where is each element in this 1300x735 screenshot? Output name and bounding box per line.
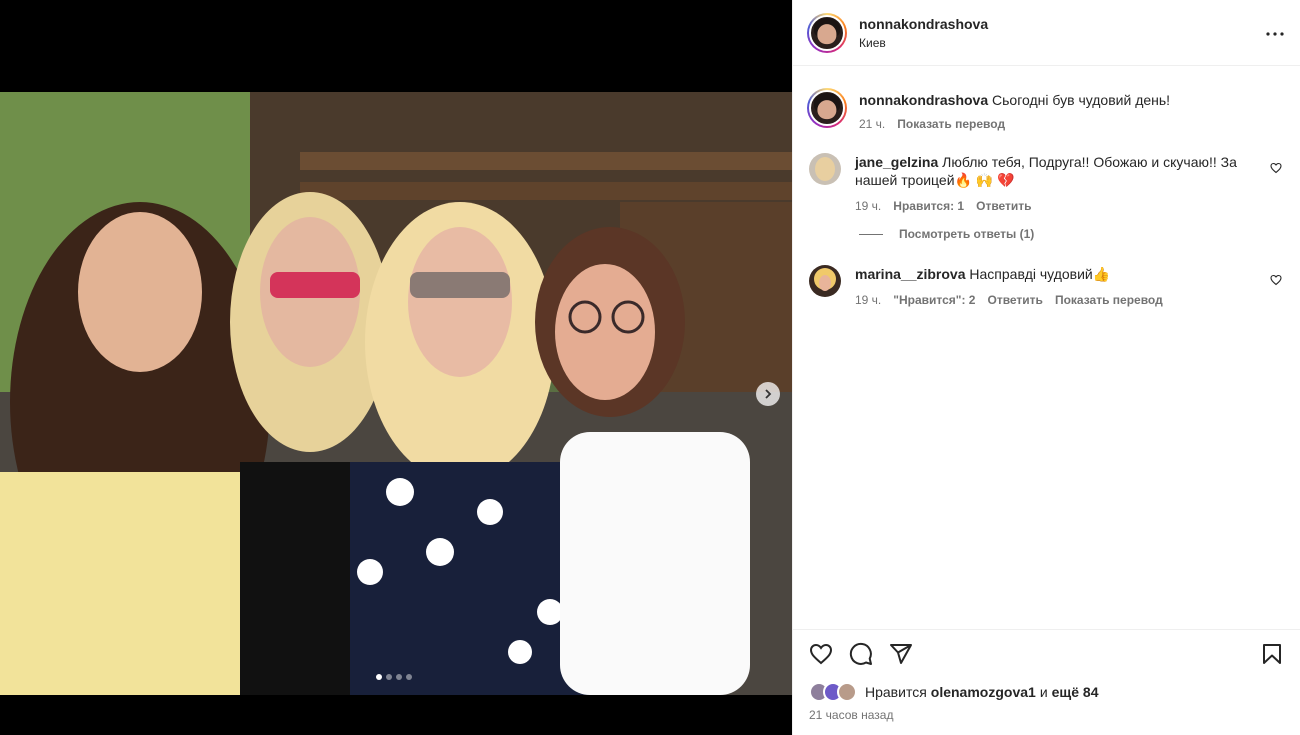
media-area xyxy=(0,0,792,735)
comment-meta: 19 ч. Нравится: 1 Ответить xyxy=(855,199,1262,213)
commenter-avatar[interactable] xyxy=(809,153,841,185)
heart-icon xyxy=(809,643,833,665)
comment: marina__zibrova Насправді чудовий👍 19 ч.… xyxy=(809,265,1284,307)
reply-button[interactable]: Ответить xyxy=(987,293,1042,307)
save-button[interactable] xyxy=(1260,642,1284,666)
likes-user[interactable]: olenamozgova1 xyxy=(931,684,1036,700)
carousel-dot xyxy=(396,674,402,680)
caption-username[interactable]: nonnakondrashova xyxy=(859,92,988,108)
comment-button[interactable] xyxy=(849,642,873,666)
post-side-panel: nonnakondrashova Киев nonnakondrashova С… xyxy=(792,0,1300,735)
action-bar xyxy=(809,642,1284,666)
comment-translate-button[interactable]: Показать перевод xyxy=(1055,293,1163,307)
author-info: nonnakondrashova Киев xyxy=(859,16,988,50)
bookmark-icon xyxy=(1263,644,1281,664)
liker-avatars xyxy=(809,682,857,702)
likes-more[interactable]: ещё 84 xyxy=(1052,684,1099,700)
heart-icon xyxy=(1270,274,1282,286)
carousel-next-button[interactable] xyxy=(756,382,780,406)
commenter-avatar[interactable] xyxy=(809,265,841,297)
author-username[interactable]: nonnakondrashova xyxy=(859,16,988,32)
comments-section: nonnakondrashova Сьогодні був чудовий де… xyxy=(793,66,1300,307)
chevron-right-icon xyxy=(765,389,772,399)
comment: jane_gelzina Люблю тебя, Подруга!! Обожа… xyxy=(809,153,1284,213)
carousel-dot xyxy=(386,674,392,680)
likes-prefix: Нравится xyxy=(865,684,927,700)
carousel-dot xyxy=(376,674,382,680)
comment-text: marina__zibrova Насправді чудовий👍 xyxy=(855,265,1262,283)
instagram-post-view: nonnakondrashova Киев nonnakondrashova С… xyxy=(0,0,1300,735)
more-horizontal-icon xyxy=(1266,32,1284,36)
caption-content: Сьогодні був чудовий день! xyxy=(992,92,1171,108)
caption-meta: 21 ч. Показать перевод xyxy=(859,117,1262,131)
reply-button[interactable]: Ответить xyxy=(976,199,1031,213)
comment-time[interactable]: 19 ч. xyxy=(855,293,881,307)
likes-summary[interactable]: Нравится olenamozgova1 и ещё 84 xyxy=(809,682,1284,702)
view-replies-label: Посмотреть ответы (1) xyxy=(899,227,1035,241)
share-icon xyxy=(890,644,912,664)
comment-username[interactable]: marina__zibrova xyxy=(855,266,966,282)
comment-time[interactable]: 19 ч. xyxy=(855,199,881,213)
carousel-dots xyxy=(376,674,412,680)
like-button[interactable] xyxy=(809,642,833,666)
post-header: nonnakondrashova Киев xyxy=(793,0,1300,66)
comment-likes[interactable]: Нравится: 1 xyxy=(893,199,964,213)
more-options-button[interactable] xyxy=(1266,24,1284,36)
post-location[interactable]: Киев xyxy=(859,36,988,50)
comment-icon xyxy=(849,642,872,665)
caption-avatar[interactable] xyxy=(807,88,847,128)
comment-text: jane_gelzina Люблю тебя, Подруга!! Обожа… xyxy=(855,153,1262,189)
liker-avatar xyxy=(837,682,857,702)
caption-time[interactable]: 21 ч. xyxy=(859,117,885,131)
author-avatar[interactable] xyxy=(807,12,847,53)
replies-divider xyxy=(859,233,883,235)
photo-illustration xyxy=(0,92,792,695)
post-timestamp[interactable]: 21 часов назад xyxy=(809,708,1284,722)
comment-like-button[interactable] xyxy=(1270,273,1282,291)
likes-and: и xyxy=(1039,684,1048,700)
comment-username[interactable]: jane_gelzina xyxy=(855,154,938,170)
caption: nonnakondrashova Сьогодні був чудовий де… xyxy=(807,88,1284,131)
share-button[interactable] xyxy=(889,642,913,666)
comment-content: Насправді чудовий👍 xyxy=(969,266,1111,282)
comment-likes[interactable]: "Нравится": 2 xyxy=(893,293,975,307)
caption-translate-button[interactable]: Показать перевод xyxy=(897,117,1005,131)
heart-icon xyxy=(1270,162,1282,174)
carousel-dot xyxy=(406,674,412,680)
post-photo[interactable] xyxy=(0,92,792,695)
view-replies-button[interactable]: Посмотреть ответы (1) xyxy=(859,227,1284,241)
caption-text: nonnakondrashova Сьогодні був чудовий де… xyxy=(859,91,1262,109)
post-footer: Нравится olenamozgova1 и ещё 84 21 часов… xyxy=(793,629,1300,735)
comment-like-button[interactable] xyxy=(1270,161,1282,179)
comment-meta: 19 ч. "Нравится": 2 Ответить Показать пе… xyxy=(855,293,1262,307)
